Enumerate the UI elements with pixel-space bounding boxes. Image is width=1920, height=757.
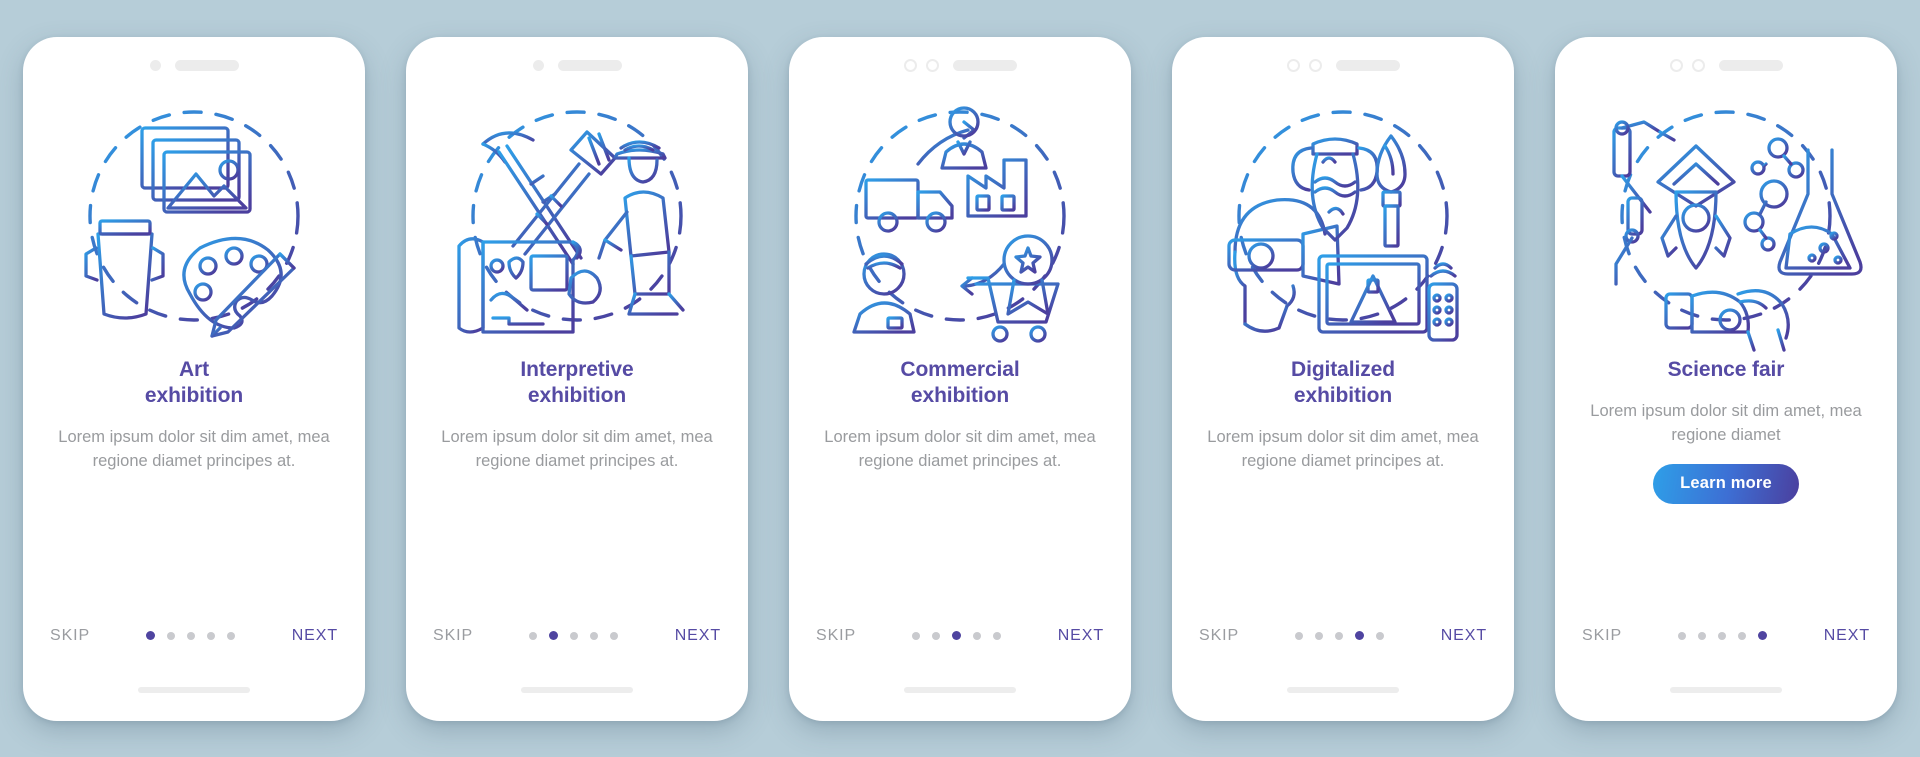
camera-dot-icon — [149, 60, 161, 71]
phone-status-bar — [1172, 37, 1514, 83]
home-indicator-bar — [904, 686, 1016, 693]
screen-title-line2: exhibition — [527, 383, 627, 407]
step-dot-5[interactable] — [993, 631, 1002, 640]
speaker-grill — [1335, 60, 1400, 71]
onboarding-nav: SKIP NEXT — [789, 627, 1131, 645]
step-dot-3[interactable] — [1718, 631, 1727, 640]
step-indicator-dots — [146, 631, 236, 640]
step-dot-2[interactable] — [932, 631, 941, 640]
home-indicator-bar — [1670, 686, 1782, 693]
step-dot-1-active[interactable] — [146, 631, 156, 640]
step-dot-5[interactable] — [610, 631, 619, 640]
interpretive-exhibition-icon — [432, 85, 722, 357]
screen-title-commercial-exhibition: Commercial exhibition — [900, 357, 1020, 407]
step-dot-3[interactable] — [570, 631, 579, 640]
onboarding-screens-row: Art exhibition Lorem ipsum dolor sit dim … — [0, 0, 1920, 757]
camera-ring-icon — [1286, 59, 1300, 72]
onboarding-nav: SKIP NEXT — [1172, 627, 1514, 645]
screen-title-line2: exhibition — [910, 383, 1010, 407]
digitalized-exhibition-icon — [1198, 85, 1488, 357]
step-dot-2-active[interactable] — [549, 631, 559, 640]
step-dot-1[interactable] — [1678, 631, 1687, 640]
commercial-exhibition-icon — [815, 85, 1105, 357]
next-button[interactable]: NEXT — [292, 627, 338, 645]
text-block: Art exhibition Lorem ipsum dolor sit dim … — [23, 357, 365, 474]
speaker-grill — [1718, 60, 1783, 71]
next-button[interactable]: NEXT — [1824, 627, 1870, 645]
step-indicator-dots — [912, 631, 1002, 640]
screen-description-digitalized-exhibition: Lorem ipsum dolor sit dim amet, mea regi… — [1207, 428, 1479, 471]
camera-dot-icon — [532, 60, 544, 71]
camera-ring-icon — [1308, 59, 1322, 72]
onboarding-screen-interpretive-exhibition: Interpretive exhibition Lorem ipsum dolor… — [406, 36, 748, 721]
art-exhibition-icon — [49, 85, 339, 357]
screen-title-interpretive-exhibition: Interpretive exhibition — [520, 357, 634, 407]
phone-status-bar — [789, 37, 1131, 83]
camera-ring-icon — [925, 59, 939, 72]
speaker-grill — [557, 60, 622, 71]
text-block: Interpretive exhibition Lorem ipsum dolor… — [406, 357, 748, 474]
onboarding-screen-art-exhibition: Art exhibition Lorem ipsum dolor sit dim … — [23, 36, 365, 721]
step-dot-1[interactable] — [529, 631, 538, 640]
step-indicator-dots — [529, 631, 619, 640]
phone-status-bar — [1555, 37, 1897, 83]
step-indicator-dots — [1678, 631, 1768, 640]
camera-ring-icon — [1691, 59, 1705, 72]
camera-ring-icon — [903, 59, 917, 72]
step-dot-3[interactable] — [1335, 631, 1344, 640]
step-dot-1[interactable] — [912, 631, 921, 640]
home-indicator-bar — [521, 686, 633, 693]
step-dot-4[interactable] — [1738, 631, 1747, 640]
screen-title-line2: exhibition — [1293, 383, 1393, 407]
skip-button[interactable]: SKIP — [1582, 627, 1622, 645]
screen-title-digitalized-exhibition: Digitalized exhibition — [1291, 357, 1395, 407]
onboarding-nav: SKIP NEXT — [1555, 627, 1897, 645]
home-indicator-bar — [1287, 686, 1399, 693]
step-dot-1[interactable] — [1295, 631, 1304, 640]
text-block: Science fair Lorem ipsum dolor sit dim a… — [1555, 357, 1897, 505]
phone-status-bar — [23, 37, 365, 83]
screen-title-science-fair: Science fair — [1667, 357, 1785, 381]
screen-description-commercial-exhibition: Lorem ipsum dolor sit dim amet, mea regi… — [824, 428, 1096, 471]
step-dot-2[interactable] — [167, 631, 176, 640]
next-button[interactable]: NEXT — [1441, 627, 1487, 645]
speaker-grill — [174, 60, 239, 71]
step-dot-2[interactable] — [1315, 631, 1324, 640]
onboarding-nav: SKIP NEXT — [406, 627, 748, 645]
text-block: Digitalized exhibition Lorem ipsum dolor … — [1172, 357, 1514, 474]
skip-button[interactable]: SKIP — [816, 627, 856, 645]
screen-description-science-fair: Lorem ipsum dolor sit dim amet, mea regi… — [1590, 401, 1862, 444]
home-indicator-bar — [138, 686, 250, 693]
step-dot-3[interactable] — [187, 631, 196, 640]
next-button[interactable]: NEXT — [675, 627, 721, 645]
skip-button[interactable]: SKIP — [433, 627, 473, 645]
speaker-grill — [952, 60, 1017, 71]
step-dot-2[interactable] — [1698, 631, 1707, 640]
step-indicator-dots — [1295, 631, 1385, 640]
step-dot-4-active[interactable] — [1355, 631, 1365, 640]
screen-title-line2: exhibition — [144, 383, 244, 407]
onboarding-nav: SKIP NEXT — [23, 627, 365, 645]
next-button[interactable]: NEXT — [1058, 627, 1104, 645]
text-block: Commercial exhibition Lorem ipsum dolor s… — [789, 357, 1131, 474]
skip-button[interactable]: SKIP — [50, 627, 90, 645]
step-dot-4[interactable] — [590, 631, 599, 640]
step-dot-5[interactable] — [1376, 631, 1385, 640]
step-dot-4[interactable] — [207, 631, 216, 640]
screen-description-interpretive-exhibition: Lorem ipsum dolor sit dim amet, mea regi… — [441, 428, 713, 471]
onboarding-screen-digitalized-exhibition: Digitalized exhibition Lorem ipsum dolor … — [1172, 36, 1514, 721]
screen-description-art-exhibition: Lorem ipsum dolor sit dim amet, mea regi… — [58, 428, 330, 471]
step-dot-4[interactable] — [973, 631, 982, 640]
step-dot-5-active[interactable] — [1758, 631, 1768, 640]
onboarding-screen-science-fair: Science fair Lorem ipsum dolor sit dim a… — [1555, 36, 1897, 721]
skip-button[interactable]: SKIP — [1199, 627, 1239, 645]
learn-more-button[interactable]: Learn more — [1653, 464, 1799, 505]
science-fair-icon — [1581, 85, 1871, 357]
camera-ring-icon — [1669, 59, 1683, 72]
step-dot-3-active[interactable] — [952, 631, 962, 640]
onboarding-screen-commercial-exhibition: Commercial exhibition Lorem ipsum dolor s… — [789, 36, 1131, 721]
phone-status-bar — [406, 37, 748, 83]
screen-title-art-exhibition: Art exhibition — [144, 357, 244, 407]
step-dot-5[interactable] — [227, 631, 236, 640]
